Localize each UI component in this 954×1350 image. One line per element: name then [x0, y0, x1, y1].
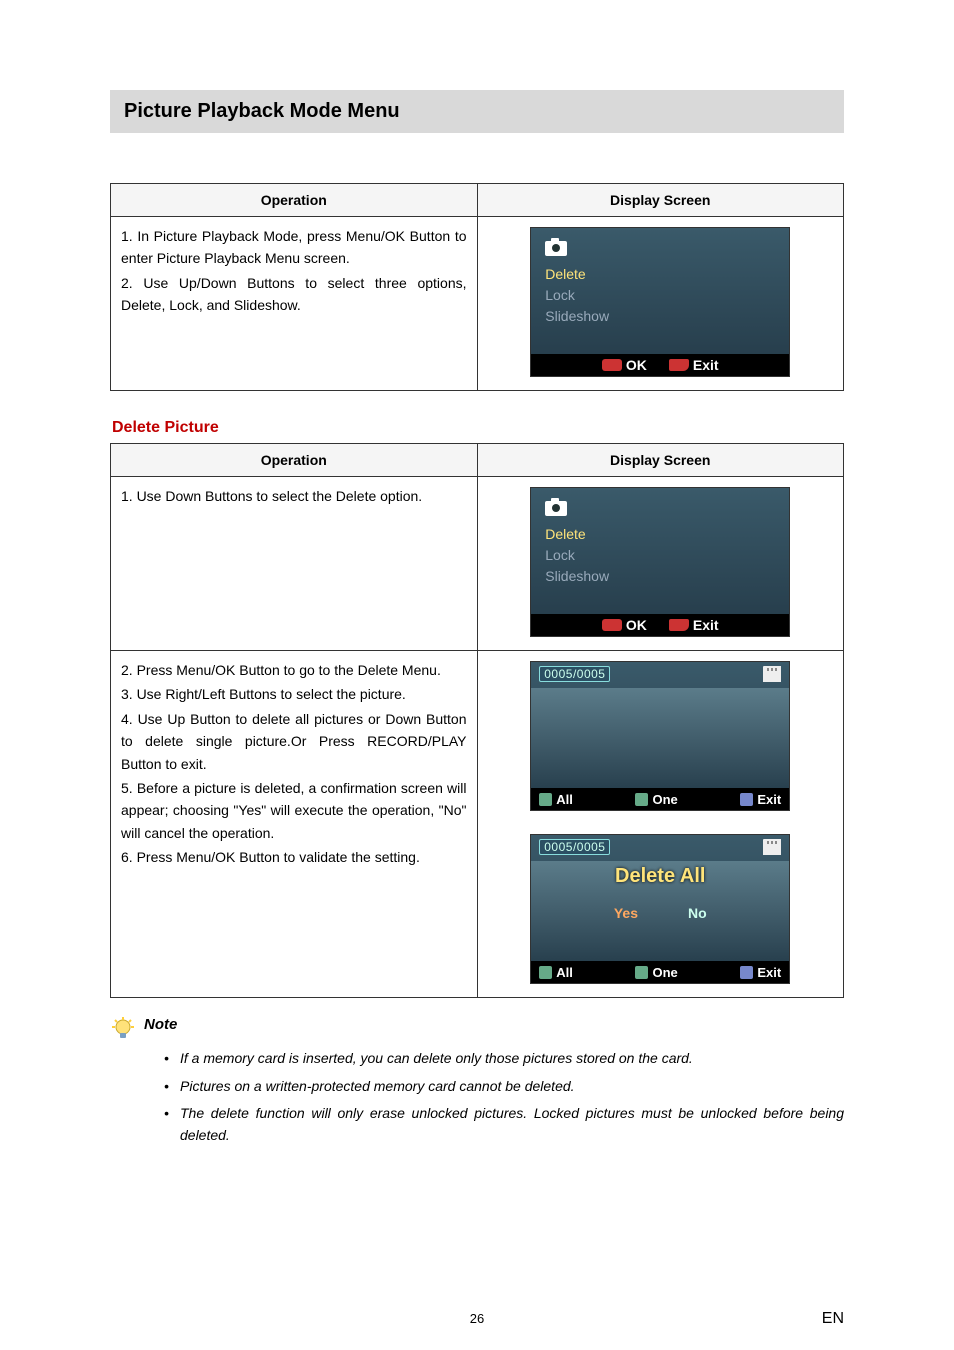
exit-button-icon	[669, 359, 689, 371]
operation-step: 2. Press Menu/OK Button to go to the Del…	[121, 659, 467, 681]
note-label: Note	[144, 1016, 177, 1033]
note-item: The delete function will only erase unlo…	[164, 1103, 844, 1146]
option-no: No	[688, 905, 707, 921]
screen-menu-list: Delete Lock Slideshow	[545, 524, 609, 587]
footer-exit: Exit	[693, 617, 719, 633]
operation-step: 2. Use Up/Down Buttons to select three o…	[121, 272, 467, 317]
notes-list: If a memory card is inserted, you can de…	[164, 1048, 844, 1147]
col-header-display-screen: Display Screen	[477, 184, 844, 217]
display-screen-cell: Delete Lock Slideshow OK Exit	[477, 477, 844, 651]
display-screen-cell: 0005/0005 All One Exit 0005/0	[477, 651, 844, 998]
menu-item-lock: Lock	[545, 545, 609, 566]
subsection-title-delete-picture: Delete Picture	[112, 419, 844, 437]
down-icon	[635, 793, 648, 806]
screen-top-bar: 0005/0005	[531, 835, 789, 859]
footer-all: All	[556, 792, 573, 807]
operation-step: 1. In Picture Playback Mode, press Menu/…	[121, 225, 467, 270]
screen-footer: OK Exit	[531, 614, 789, 636]
screen-footer: All One Exit	[531, 788, 789, 810]
dialog-title-delete-all: Delete All	[531, 865, 789, 888]
display-screen-cell: Delete Lock Slideshow OK Exit	[477, 217, 844, 391]
preview-image	[531, 688, 789, 788]
table-delete-picture: Operation Display Screen 1. Use Down But…	[110, 443, 844, 998]
camera-icon	[545, 498, 567, 516]
footer-one: One	[652, 792, 677, 807]
operation-step: 6. Press Menu/OK Button to validate the …	[121, 846, 467, 868]
down-icon	[635, 966, 648, 979]
page-number: 26	[0, 1311, 954, 1326]
operation-step: 5. Before a picture is deleted, a confir…	[121, 777, 467, 844]
image-counter: 0005/0005	[539, 839, 610, 855]
lcd-screen-delete-browse: 0005/0005 All One Exit	[530, 661, 790, 811]
ok-button-icon	[602, 359, 622, 371]
screen-footer: All One Exit	[531, 961, 789, 983]
lcd-screen-menu: Delete Lock Slideshow OK Exit	[530, 487, 790, 637]
dialog-options: Yes No	[531, 905, 789, 921]
up-icon	[539, 966, 552, 979]
option-yes: Yes	[614, 905, 638, 921]
operation-cell: 2. Press Menu/OK Button to go to the Del…	[111, 651, 478, 998]
operation-step: 4. Use Up Button to delete all pictures …	[121, 708, 467, 775]
operation-cell: 1. Use Down Buttons to select the Delete…	[111, 477, 478, 651]
page-language: EN	[822, 1310, 844, 1328]
menu-item-slideshow: Slideshow	[545, 306, 609, 327]
operation-step: 1. Use Down Buttons to select the Delete…	[121, 485, 467, 507]
col-header-display-screen: Display Screen	[477, 444, 844, 477]
footer-exit: Exit	[693, 357, 719, 373]
menu-item-delete: Delete	[545, 264, 609, 285]
menu-item-slideshow: Slideshow	[545, 566, 609, 587]
note-item: Pictures on a written-protected memory c…	[164, 1076, 844, 1098]
exit-icon	[740, 793, 753, 806]
up-icon	[539, 793, 552, 806]
footer-ok: OK	[626, 617, 647, 633]
section-title-bar: Picture Playback Mode Menu	[110, 90, 844, 133]
lcd-screen-delete-confirm: 0005/0005 Delete All Yes No All One	[530, 834, 790, 984]
screen-top-bar: 0005/0005	[531, 662, 789, 686]
camera-icon	[545, 238, 567, 256]
menu-item-lock: Lock	[545, 285, 609, 306]
footer-all: All	[556, 965, 573, 980]
image-counter: 0005/0005	[539, 666, 610, 682]
operation-cell: 1. In Picture Playback Mode, press Menu/…	[111, 217, 478, 391]
exit-icon	[740, 966, 753, 979]
col-header-operation: Operation	[111, 444, 478, 477]
footer-one: One	[652, 965, 677, 980]
footer-ok: OK	[626, 357, 647, 373]
screen-menu-list: Delete Lock Slideshow	[545, 264, 609, 327]
exit-button-icon	[669, 619, 689, 631]
table-picture-playback-menu: Operation Display Screen 1. In Picture P…	[110, 183, 844, 391]
screen-footer: OK Exit	[531, 354, 789, 376]
footer-exit: Exit	[757, 965, 781, 980]
lcd-screen-menu: Delete Lock Slideshow OK Exit	[530, 227, 790, 377]
menu-item-delete: Delete	[545, 524, 609, 545]
lightbulb-icon	[110, 1016, 136, 1042]
footer-exit: Exit	[757, 792, 781, 807]
operation-step: 3. Use Right/Left Buttons to select the …	[121, 683, 467, 705]
note-item: If a memory card is inserted, you can de…	[164, 1048, 844, 1070]
memory-card-icon	[763, 839, 781, 855]
col-header-operation: Operation	[111, 184, 478, 217]
note-header-row: Note	[110, 1016, 844, 1042]
memory-card-icon	[763, 666, 781, 682]
ok-button-icon	[602, 619, 622, 631]
page: Picture Playback Mode Menu Operation Dis…	[0, 0, 954, 1350]
